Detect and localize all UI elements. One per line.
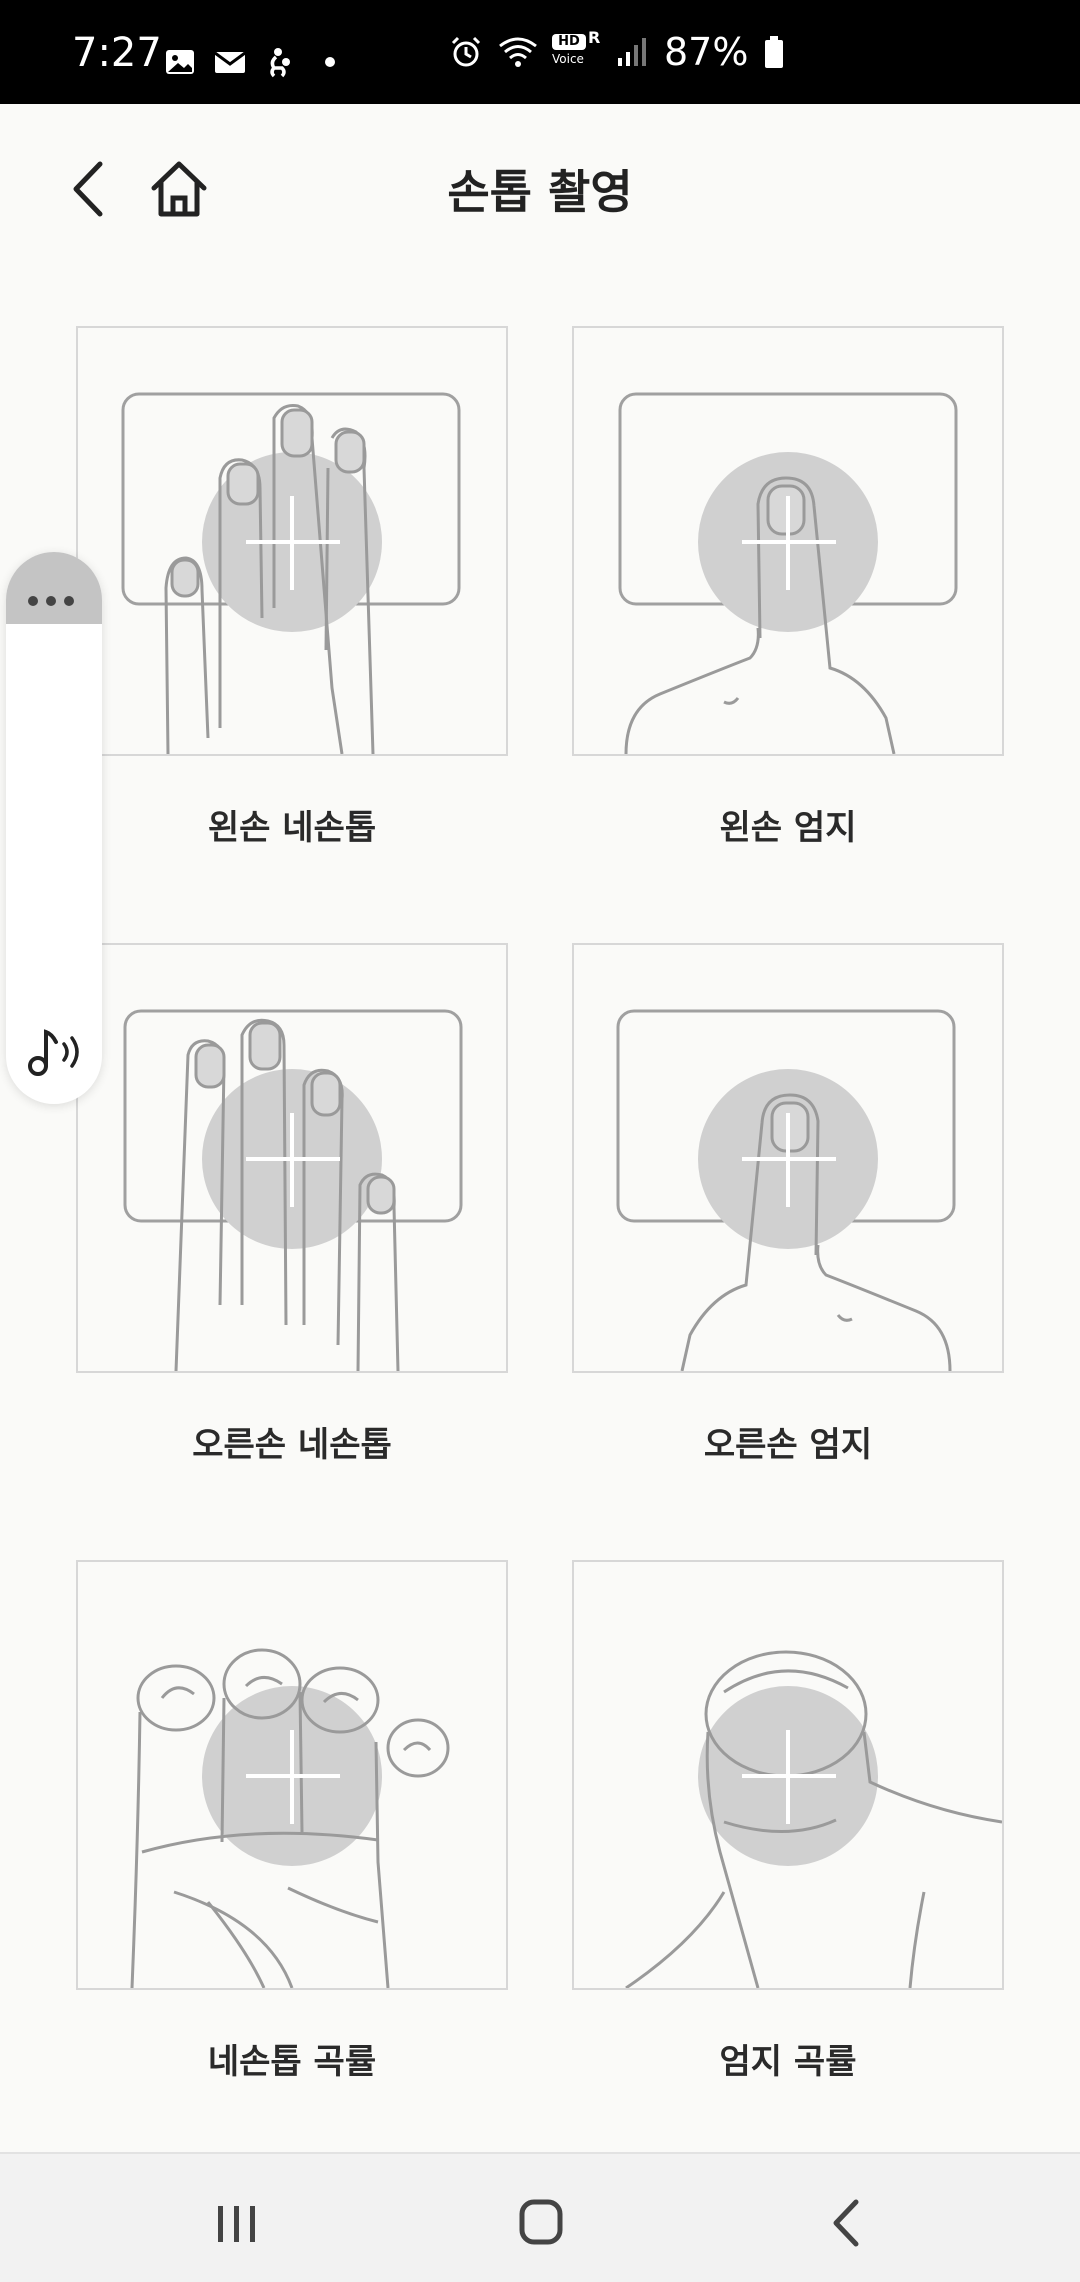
battery-icon <box>765 36 784 68</box>
alarm-icon <box>451 36 481 67</box>
wifi-icon <box>499 37 537 67</box>
back-chevron-icon[interactable] <box>828 2198 862 2248</box>
card-left-thumb[interactable] <box>572 326 1004 756</box>
status-bar: 7:27 HD Voice R 87% <box>0 0 1080 104</box>
system-nav-bar <box>0 2152 1080 2282</box>
gallery-icon <box>166 50 194 74</box>
dot-icon <box>325 57 335 67</box>
card-label-left-thumb: 왼손 엄지 <box>719 808 857 848</box>
four-nails-curvature-illustration <box>130 1648 450 1988</box>
status-left-icons <box>162 44 348 80</box>
left-thumb-illustration <box>618 392 958 754</box>
right-four-nails-illustration <box>123 1009 463 1371</box>
hd-voice-icon: HD Voice R <box>552 28 600 72</box>
hd-label: HD <box>552 34 586 50</box>
mail-icon <box>214 51 246 73</box>
right-thumb-illustration <box>616 1009 956 1371</box>
card-right-four-nails[interactable] <box>76 943 508 1373</box>
accessibility-icon <box>270 48 290 78</box>
roaming-label: R <box>588 28 601 47</box>
app-header: 손톱 촬영 <box>0 104 1080 264</box>
card-label-right-four-nails: 오른손 네손톱 <box>192 1425 392 1465</box>
floating-side-panel <box>6 552 102 1104</box>
card-label-four-nails-curvature: 네손톱 곡률 <box>207 2042 377 2082</box>
home-square-icon[interactable] <box>518 2198 564 2246</box>
card-label-right-thumb: 오른손 엄지 <box>703 1425 873 1465</box>
signal-icon <box>618 38 646 66</box>
left-four-nails-illustration <box>121 392 461 754</box>
more-horizontal-icon[interactable] <box>6 552 102 624</box>
voice-label: Voice <box>552 52 584 66</box>
music-sound-icon[interactable] <box>22 1022 88 1082</box>
card-label-thumb-curvature: 엄지 곡률 <box>719 2042 857 2082</box>
battery-percent: 87% <box>664 30 749 74</box>
status-time: 7:27 <box>72 30 162 76</box>
thumb-curvature-illustration <box>625 1650 1002 1988</box>
card-four-nails-curvature[interactable] <box>76 1560 508 1990</box>
page-title: 손톱 촬영 <box>447 165 633 219</box>
card-label-left-four-nails: 왼손 네손톱 <box>207 808 377 848</box>
card-left-four-nails[interactable] <box>76 326 508 756</box>
status-right-icons: HD Voice R 87% <box>448 28 786 74</box>
recent-apps-icon[interactable] <box>214 2204 260 2244</box>
card-thumb-curvature[interactable] <box>572 1560 1004 1990</box>
card-right-thumb[interactable] <box>572 943 1004 1373</box>
